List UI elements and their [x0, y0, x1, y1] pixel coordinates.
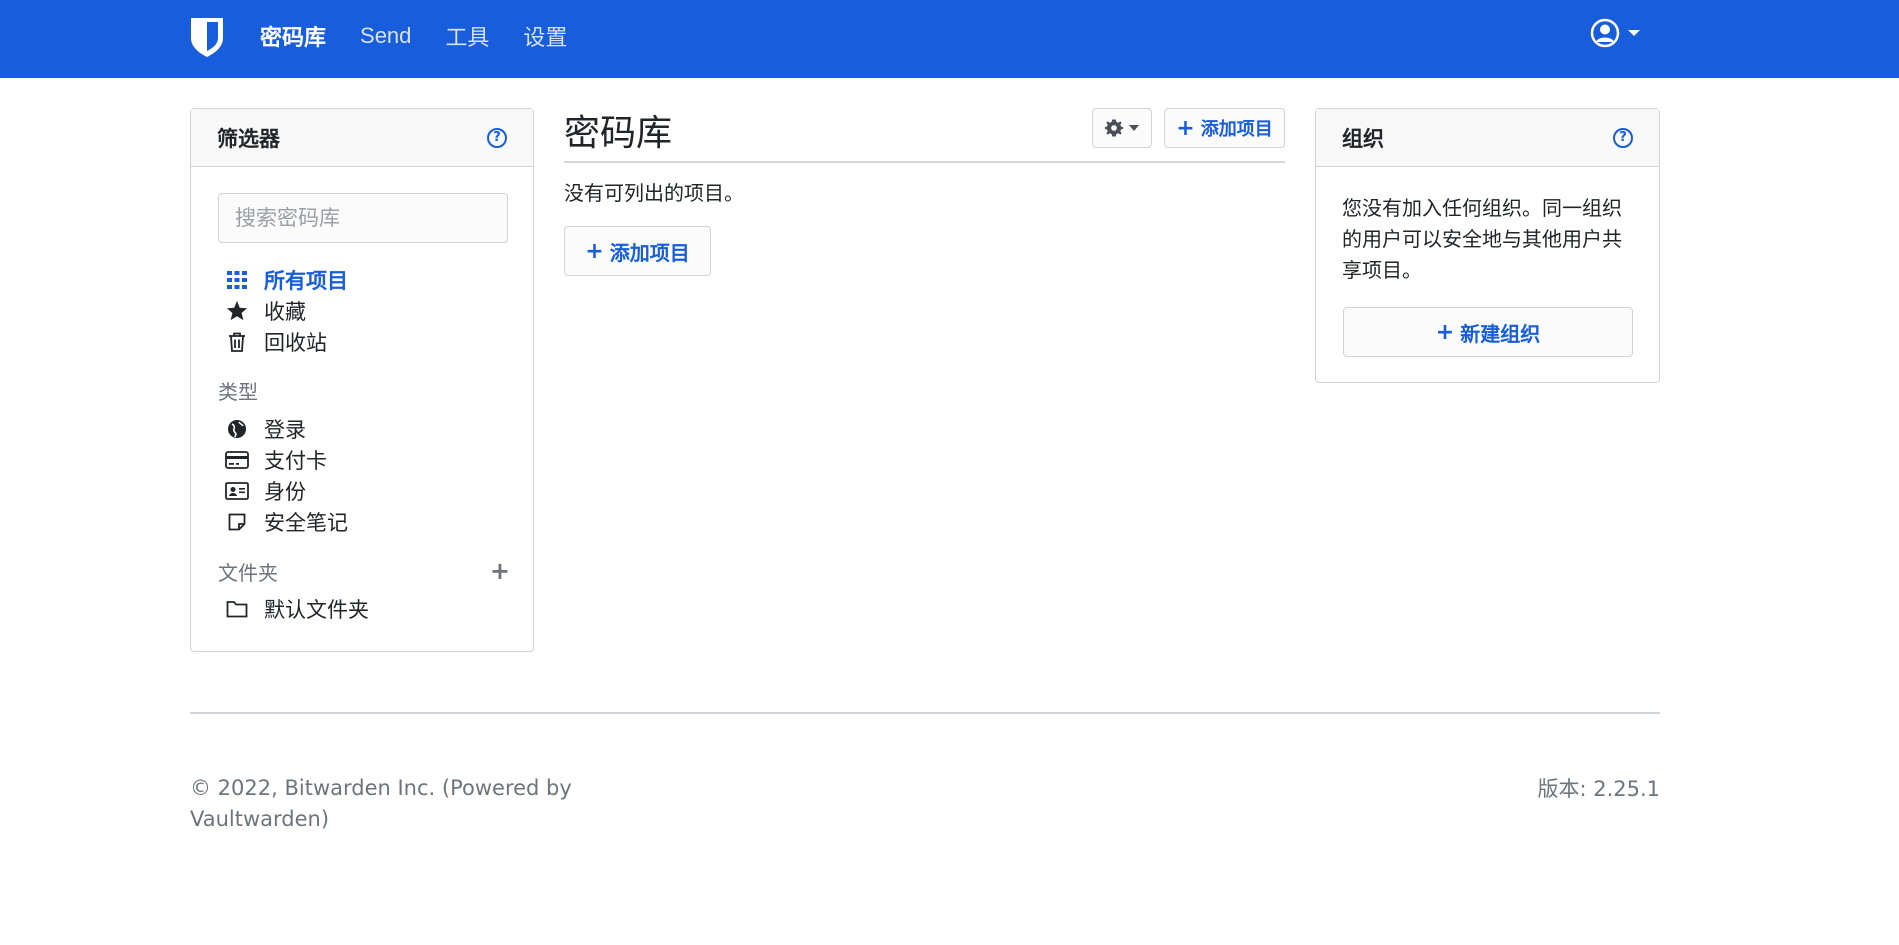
- footer-divider: [190, 712, 1660, 714]
- types-list: 登录 支付卡 身份 安全笔记: [218, 413, 518, 537]
- star-icon: [224, 300, 250, 322]
- filter-folder-default[interactable]: 默认文件夹: [218, 593, 518, 624]
- filter-type-secure-note[interactable]: 安全笔记: [218, 506, 518, 537]
- gear-icon: [1105, 119, 1123, 137]
- chevron-down-icon: [1628, 30, 1640, 36]
- page-title: 密码库: [564, 113, 673, 154]
- filter-type-card[interactable]: 支付卡: [218, 444, 518, 475]
- filter-folder-label: 默认文件夹: [264, 597, 369, 622]
- user-circle-icon: [1590, 18, 1620, 48]
- filter-item-label: 所有项目: [264, 268, 348, 293]
- search-input[interactable]: [218, 193, 508, 243]
- globe-icon: [224, 418, 250, 440]
- add-item-label: 添加项目: [1200, 119, 1273, 140]
- nav-tools[interactable]: 工具: [445, 20, 489, 52]
- filter-type-identity[interactable]: 身份: [218, 475, 518, 506]
- grid-icon: [224, 269, 250, 291]
- filter-type-label: 安全笔记: [264, 510, 348, 535]
- sticky-note-icon: [224, 511, 250, 533]
- filter-panel: 筛选器 ? 所有项目 收藏: [190, 108, 534, 652]
- organizations-title: 组织: [1342, 126, 1384, 151]
- id-card-icon: [224, 480, 250, 502]
- types-section: 类型: [218, 375, 518, 405]
- vault-options-button[interactable]: [1092, 108, 1152, 148]
- help-icon[interactable]: ?: [487, 127, 507, 148]
- plus-icon: +: [1435, 319, 1455, 345]
- organizations-panel: 组织 ? 您没有加入任何组织。同一组织的用户可以安全地与其他用户共享项目。 + …: [1315, 108, 1660, 383]
- folders-list: 默认文件夹: [218, 593, 518, 624]
- help-icon[interactable]: ?: [1613, 127, 1633, 148]
- new-organization-button[interactable]: + 新建组织: [1343, 307, 1633, 357]
- add-item-label: 添加项目: [609, 240, 690, 265]
- account-menu-button[interactable]: [1590, 18, 1640, 48]
- filter-item-all-items[interactable]: 所有项目: [218, 264, 518, 295]
- filter-item-trash[interactable]: 回收站: [218, 326, 518, 357]
- bitwarden-logo-icon[interactable]: [189, 16, 225, 58]
- top-navbar: 密码库 Send 工具 设置: [0, 0, 1899, 78]
- filter-main-list: 所有项目 收藏 回收站: [218, 264, 518, 357]
- types-heading: 类型: [218, 375, 518, 405]
- add-folder-icon[interactable]: +: [490, 557, 510, 585]
- organizations-header: 组织 ?: [1316, 109, 1659, 167]
- plus-icon: +: [1176, 115, 1195, 141]
- folders-heading: 文件夹 +: [218, 556, 514, 586]
- new-organization-label: 新建组织: [1460, 321, 1541, 346]
- filter-type-label: 登录: [264, 417, 306, 442]
- nav-send[interactable]: Send: [360, 23, 411, 49]
- filter-item-label: 收藏: [264, 299, 306, 324]
- filter-title: 筛选器: [217, 126, 280, 151]
- folders-section: 文件夹 +: [218, 556, 514, 586]
- footer-copyright: © 2022, Bitwarden Inc. (Powered by Vault…: [190, 776, 572, 831]
- empty-message: 没有可列出的项目。: [564, 181, 744, 205]
- types-heading-label: 类型: [218, 379, 258, 404]
- filter-type-label: 支付卡: [264, 448, 327, 473]
- title-divider: [564, 161, 1285, 163]
- organizations-description: 您没有加入任何组织。同一组织的用户可以安全地与其他用户共享项目。: [1342, 196, 1622, 282]
- credit-card-icon: [224, 449, 250, 471]
- nav-settings[interactable]: 设置: [523, 20, 567, 52]
- trash-icon: [224, 331, 250, 353]
- folder-icon: [224, 598, 250, 620]
- filter-header: 筛选器 ?: [191, 109, 533, 167]
- filter-item-favorites[interactable]: 收藏: [218, 295, 518, 326]
- filter-type-login[interactable]: 登录: [218, 413, 518, 444]
- folders-heading-label: 文件夹: [218, 560, 278, 585]
- nav-vault[interactable]: 密码库: [260, 20, 326, 52]
- chevron-down-icon: [1129, 125, 1139, 131]
- filter-item-label: 回收站: [264, 330, 327, 355]
- footer-version: 版本: 2.25.1: [1537, 777, 1660, 801]
- add-item-button[interactable]: + 添加项目: [1164, 108, 1285, 148]
- filter-type-label: 身份: [264, 479, 306, 504]
- add-item-empty-button[interactable]: + 添加项目: [564, 226, 711, 276]
- plus-icon: +: [585, 238, 604, 264]
